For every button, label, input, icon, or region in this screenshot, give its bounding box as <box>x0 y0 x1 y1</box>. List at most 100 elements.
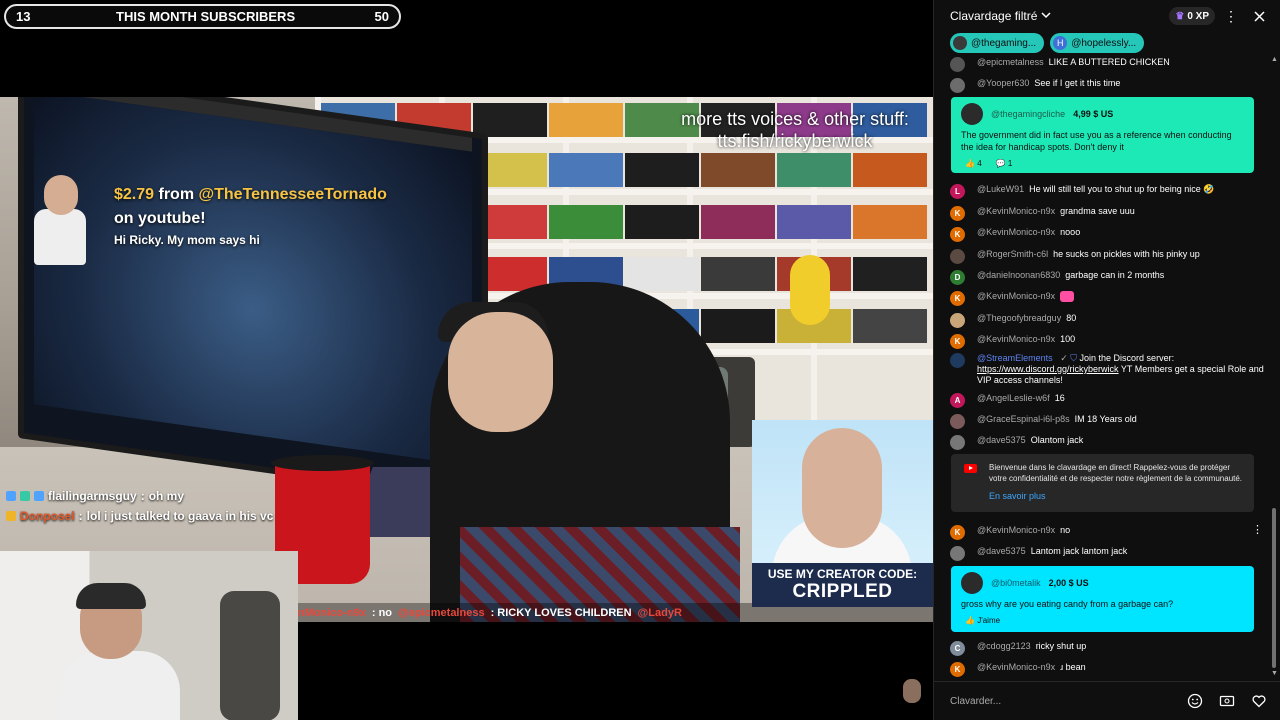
more-vert-icon[interactable]: ⋮ <box>1219 4 1243 28</box>
message-author[interactable]: @cdogg2123 <box>977 641 1031 652</box>
message-author[interactable]: @KevinMonico-n9x <box>977 662 1055 673</box>
superchat-text: The government did in fact use you as a … <box>961 130 1232 152</box>
scroll-down-icon[interactable]: ▼ <box>1271 670 1278 677</box>
chat-scrollbar[interactable]: ▲ ▼ <box>1271 56 1278 681</box>
superchat-header: @bi0metalik 2,00 $ US <box>951 566 1254 598</box>
minion-figure <box>790 255 830 325</box>
superchat-header: @thegamingcliche 4,99 $ US <box>951 97 1254 129</box>
chat-message[interactable]: @Thegoofybreadguy 80 <box>950 313 1265 328</box>
live-chat-panel: Clavardage filtré ♛ 0 XP ⋮ @thegaming... <box>933 0 1280 720</box>
chat-mode-label: Clavardage filtré <box>950 9 1038 23</box>
system-notice: Bienvenue dans le clavardage en direct! … <box>951 454 1254 512</box>
message-author[interactable]: @LukeW91 <box>977 184 1024 195</box>
chat-message[interactable]: K @KevinMonico-n9x no ⋮ <box>950 525 1265 540</box>
chat-message[interactable]: K @KevinMonico-n9x nooo <box>950 227 1265 242</box>
facecam-inset <box>0 551 298 720</box>
scrollbar-thumb[interactable] <box>1272 508 1276 668</box>
chat-message[interactable]: D @danielnoonan6830 garbage can in 2 mon… <box>950 270 1265 285</box>
message-author[interactable]: @AngelLeslie-w6f <box>977 393 1050 404</box>
emoji-icon[interactable] <box>1183 689 1207 713</box>
subscriber-goal-bar: 13 THIS MONTH SUBSCRIBERS 50 <box>4 4 401 29</box>
chat-message[interactable]: K @KevinMonico-n9x <box>950 291 1265 306</box>
message-author[interactable]: @KevinMonico-n9x <box>977 227 1055 238</box>
avatar <box>950 249 965 264</box>
heart-icon[interactable] <box>1247 689 1271 713</box>
message-author[interactable]: @dave5375 <box>977 546 1026 557</box>
message-author[interactable]: @KevinMonico-n9x <box>977 206 1055 217</box>
message-author[interactable]: @dave5375 <box>977 435 1026 446</box>
facecam-person-hat <box>76 583 146 609</box>
message-author[interactable]: @epicmetalness <box>977 57 1044 68</box>
avatar <box>950 546 965 561</box>
message-author[interactable]: @StreamElements <box>977 353 1053 363</box>
xp-value: 0 XP <box>1187 10 1209 22</box>
message-author[interactable]: @RogerSmith-c6l <box>977 249 1048 260</box>
avatar <box>950 57 965 72</box>
message-author[interactable]: @KevinMonico-n9x <box>977 525 1055 536</box>
learn-more-link[interactable]: En savoir plus <box>989 491 1046 501</box>
chat-message[interactable]: @dave5375 Lantom jack lantom jack <box>950 546 1265 561</box>
chat-message[interactable]: @RogerSmith-c6l he sucks on pickles with… <box>950 249 1265 264</box>
superchat-card[interactable]: @bi0metalik 2,00 $ US gross why are you … <box>951 566 1254 632</box>
system-notice-text: Bienvenue dans le clavardage en direct! … <box>989 463 1243 483</box>
ticker-name: nMonico-n9x <box>298 607 366 619</box>
facecam-person-body <box>60 651 180 720</box>
message-author[interactable]: @GraceEspinal-i6l-p8s <box>977 414 1070 425</box>
chat-mode-dropdown[interactable]: Clavardage filtré <box>950 9 1051 23</box>
crown-icon: ♛ <box>1175 10 1185 22</box>
overlay-chat-sep: : <box>140 489 145 503</box>
message-author[interactable]: @danielnoonan6830 <box>977 270 1060 281</box>
chat-message[interactable]: K @KevinMonico-n9x ɹ bean <box>950 662 1265 677</box>
chat-message[interactable]: K @KevinMonico-n9x grandma save uuu <box>950 206 1265 221</box>
donation-platform: on youtube! <box>114 210 206 227</box>
chat-message[interactable]: L @LukeW91 He will still tell you to shu… <box>950 184 1265 199</box>
video-player[interactable]: 13 THIS MONTH SUBSCRIBERS 50 more tts vo… <box>0 0 933 720</box>
superchat-author[interactable]: @bi0metalik <box>991 578 1041 588</box>
chat-input[interactable] <box>950 689 1175 713</box>
pinned-chip-label: @thegaming... <box>971 37 1037 49</box>
youtube-icon <box>964 464 977 473</box>
shield-icon: ⛉ <box>1070 353 1078 363</box>
superchat-card[interactable]: @thegamingcliche 4,99 $ US The governmen… <box>951 97 1254 173</box>
message-author[interactable]: @Yooper630 <box>977 78 1029 89</box>
ticker-name: @epicmetalness <box>398 607 485 619</box>
like-button[interactable]: 👍 J'aime <box>965 616 1000 625</box>
message-author[interactable]: @KevinMonico-n9x <box>977 291 1055 302</box>
discord-link[interactable]: https://www.discord.gg/rickyberwick <box>977 364 1119 374</box>
chat-message[interactable]: A @AngelLeslie-w6f 16 <box>950 393 1265 408</box>
superchat-icon[interactable] <box>1215 689 1239 713</box>
ticker-name: @LadyR <box>637 607 682 619</box>
chat-message[interactable]: @epicmetalness LIKE A BUTTERED CHICKEN <box>950 57 1265 72</box>
xp-badge[interactable]: ♛ 0 XP <box>1169 7 1215 25</box>
pinned-chip[interactable]: H @hopelessly... <box>1050 33 1145 53</box>
message-author[interactable]: @Thegoofybreadguy <box>977 313 1061 324</box>
chat-message[interactable]: @dave5375 Olantom jack <box>950 435 1265 450</box>
overlay-chat-name: Donposel <box>20 509 75 523</box>
message-text: ricky shut up <box>1035 641 1087 651</box>
superchat-author[interactable]: @thegamingcliche <box>991 109 1065 119</box>
donation-message: Hi Ricky. My mom says hi <box>114 233 260 247</box>
badge-icon <box>34 491 44 501</box>
chat-message[interactable]: C @cdogg2123 ricky shut up <box>950 641 1265 656</box>
chat-message[interactable]: @Yooper630 See if I get it this time <box>950 78 1265 93</box>
chat-message[interactable]: K @KevinMonico-n9x 100 <box>950 334 1265 349</box>
creator-code-face <box>802 428 882 548</box>
avatar: K <box>950 227 965 242</box>
message-text: he sucks on pickles with his pinky up <box>1053 249 1200 259</box>
reply-count: 1 <box>1007 159 1013 168</box>
like-button[interactable]: 👍 4 <box>965 159 982 168</box>
close-icon[interactable] <box>1247 4 1271 28</box>
scroll-up-icon[interactable]: ▲ <box>1271 56 1278 63</box>
more-vert-icon[interactable]: ⋮ <box>1252 525 1263 536</box>
avatar: A <box>950 393 965 408</box>
reply-button[interactable]: 💬 1 <box>996 159 1013 168</box>
message-text: no <box>1060 525 1071 535</box>
pinned-chip[interactable]: @thegaming... <box>950 33 1045 53</box>
chat-header: Clavardage filtré ♛ 0 XP ⋮ <box>934 0 1280 32</box>
chat-message[interactable]: @GraceEspinal-i6l-p8s IM 18 Years old <box>950 414 1265 429</box>
chat-message-moderator[interactable]: @StreamElements ✓ ⛉ Join the Discord ser… <box>950 353 1265 386</box>
message-text: LIKE A BUTTERED CHICKEN <box>1048 57 1170 67</box>
reply-icon: 💬 <box>995 159 1006 168</box>
chat-message-list[interactable]: @epicmetalness LIKE A BUTTERED CHICKEN @… <box>934 56 1274 681</box>
message-author[interactable]: @KevinMonico-n9x <box>977 334 1055 345</box>
